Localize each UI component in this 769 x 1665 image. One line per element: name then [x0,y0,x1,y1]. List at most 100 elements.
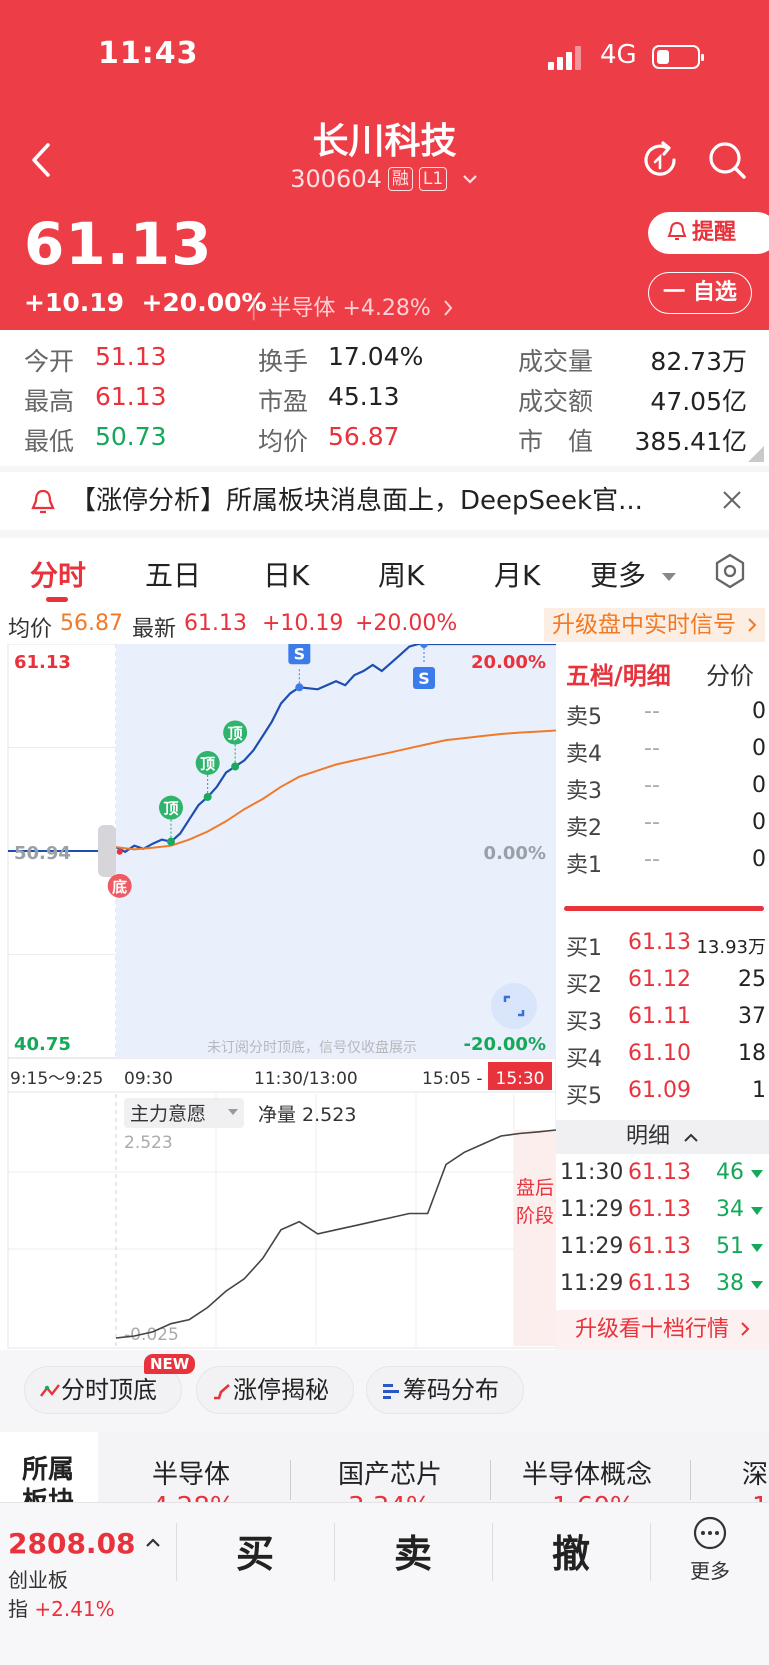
y-tick-right: 0.00% [484,843,546,864]
close-icon[interactable] [720,488,744,512]
more-button[interactable]: 更多 [680,1515,740,1584]
upgrade-level10-link[interactable]: 升级看十档行情 [556,1310,769,1350]
stat-pe: 45.13 [328,382,400,411]
latest-value: 61.13 [184,611,247,636]
tab-monthly-k[interactable]: 月K [494,554,540,594]
stat-label: 市盈 [258,387,309,416]
orderbook-tab[interactable]: 五档/明细 [566,656,671,691]
after-hours-label: 盘后 [516,1177,554,1199]
y-tick-left: 40.75 [14,1034,71,1055]
stat-amount: 47.05亿 [650,387,747,416]
sectors-scroll[interactable]: 半导体 4.28% 国产芯片 3.34% 半导体概念 1.60% 深 1 [98,1432,769,1502]
price-distribution-tab[interactable]: 分价 [706,656,754,691]
trade-time: 11:30 [560,1160,624,1185]
ask-price: -- [644,736,660,761]
stat-open: 51.13 [95,342,167,371]
more-dots-icon [693,1516,727,1550]
upgrade-signal-label: 升级盘中实时信号 [552,612,736,638]
index-quote[interactable]: 2808.08 创业板指 +2.41% [8,1527,173,1622]
sell-button[interactable]: 卖 [394,1523,432,1578]
tab-daily-k[interactable]: 日K [263,554,309,594]
detail-header[interactable]: 明细 [556,1120,769,1154]
quote-info-bar: 均价 56.87 最新 61.13 +10.19 +20.00% 升级盘中实时信… [0,606,769,644]
bid-volume: 37 [738,1004,766,1029]
refresh-icon[interactable] [638,138,682,182]
stat-market-cap: 385.41亿 [634,427,747,456]
ask-volume: 0 [752,847,766,872]
intraday-chart[interactable]: 61.13 50.94 40.75 20.00% 0.00% -20.00% 未订阅分时顶底… [0,640,557,1350]
feature-label: 筹码分布 [403,1376,499,1404]
bid-volume: 25 [738,967,766,992]
related-sectors: 所属板块 半导体 4.28% 国产芯片 3.34% 半导体概念 1.60% 深 … [0,1432,769,1502]
stat-label: 换手 [258,347,309,376]
x-tick: 15:05 - [422,1069,483,1089]
bid-volume: 18 [738,1041,766,1066]
bid-row: 买4 61.10 18 [566,1041,766,1079]
expand-corner-icon[interactable] [748,446,764,462]
trade-price: 61.13 [628,1271,691,1296]
stats-panel: 今开 51.13 最高 61.13 最低 50.73 换手 17.04% 市盈 … [0,330,769,466]
sector-item-name[interactable]: 深 [742,1454,768,1491]
avg-value: 56.87 [60,611,123,636]
sector-divider [290,1460,291,1500]
buy-button[interactable]: 买 [236,1523,274,1578]
news-banner[interactable]: 【涨停分析】所属板块消息面上，DeepSeek官... [0,472,769,530]
index-percent: +2.41% [34,1597,115,1621]
cancel-order-button[interactable]: 撤 [552,1523,590,1578]
bid-price: 61.12 [628,967,691,992]
bid-price: 61.13 [628,930,691,955]
bid-price: 61.11 [628,1004,691,1029]
main-force-line [115,1129,557,1339]
divider [492,1523,493,1581]
detail-header-label: 明细 [625,1124,670,1149]
ask-volume: 0 [752,699,766,724]
trade-volume: 34 [716,1197,744,1222]
sector-item-name[interactable]: 国产芯片 [338,1454,442,1491]
sector-divider [690,1460,691,1500]
bottom-trade-bar: 2808.08 创业板指 +2.41% 买 卖 撤 更多 [0,1502,769,1665]
remind-label: 提醒 [692,220,737,245]
price-change: +10.19 +20.00% [24,288,267,317]
tab-more[interactable]: 更多 [590,554,677,594]
bell-icon [31,489,55,514]
current-price: 61.13 [24,210,213,278]
chevron-right-icon [444,300,453,316]
add-favorite-button[interactable]: 一 自选 [648,272,752,314]
trade-row: 11:29 61.13 38 [560,1271,764,1309]
sector-item-name[interactable]: 半导体概念 [522,1454,652,1491]
status-time: 11:43 [98,36,199,71]
sector-item-name[interactable]: 半导体 [152,1454,230,1491]
trade-row: 11:30 61.13 46 [560,1160,764,1198]
expand-button [491,983,537,1029]
bid-price: 61.09 [628,1078,691,1103]
sector-link[interactable]: | 半导体 +4.28% [250,290,454,322]
margin-tag: 融 [387,167,413,191]
stat-label: 成交量 [518,347,594,376]
signal-point [116,848,123,855]
limit-up-reveal-button[interactable]: 涨停揭秘 [196,1366,354,1414]
signal-point [295,683,304,692]
trade-time: 11:29 [560,1271,624,1296]
tab-intraday[interactable]: 分时 [30,554,86,594]
ask-volume: 0 [752,810,766,835]
y-tick-left: 61.13 [14,652,71,673]
bid-label: 买5 [566,1084,602,1109]
info-change-pct: +20.00% [355,611,458,636]
ask-row: 卖5 -- 0 [566,699,766,737]
tab-five-day[interactable]: 五日 [145,554,201,594]
settings-hexagon-icon[interactable] [714,553,746,589]
ask-label: 卖5 [566,705,602,730]
divider [650,1523,651,1581]
x-tick: 09:30 [124,1069,173,1089]
search-icon[interactable] [705,138,749,182]
upgrade-signal-link[interactable]: 升级盘中实时信号 [544,608,766,642]
tab-weekly-k[interactable]: 周K [378,554,424,594]
remind-button[interactable]: 提醒 [648,212,769,254]
sell-signal-label: S [294,644,306,663]
ask-price: -- [644,699,660,724]
change-percent: +20.00% [141,288,267,317]
chip-distribution-button[interactable]: 筹码分布 [366,1366,524,1414]
ask-price: -- [644,810,660,835]
stock-code: 300604 [290,165,382,193]
battery-icon [652,45,704,69]
